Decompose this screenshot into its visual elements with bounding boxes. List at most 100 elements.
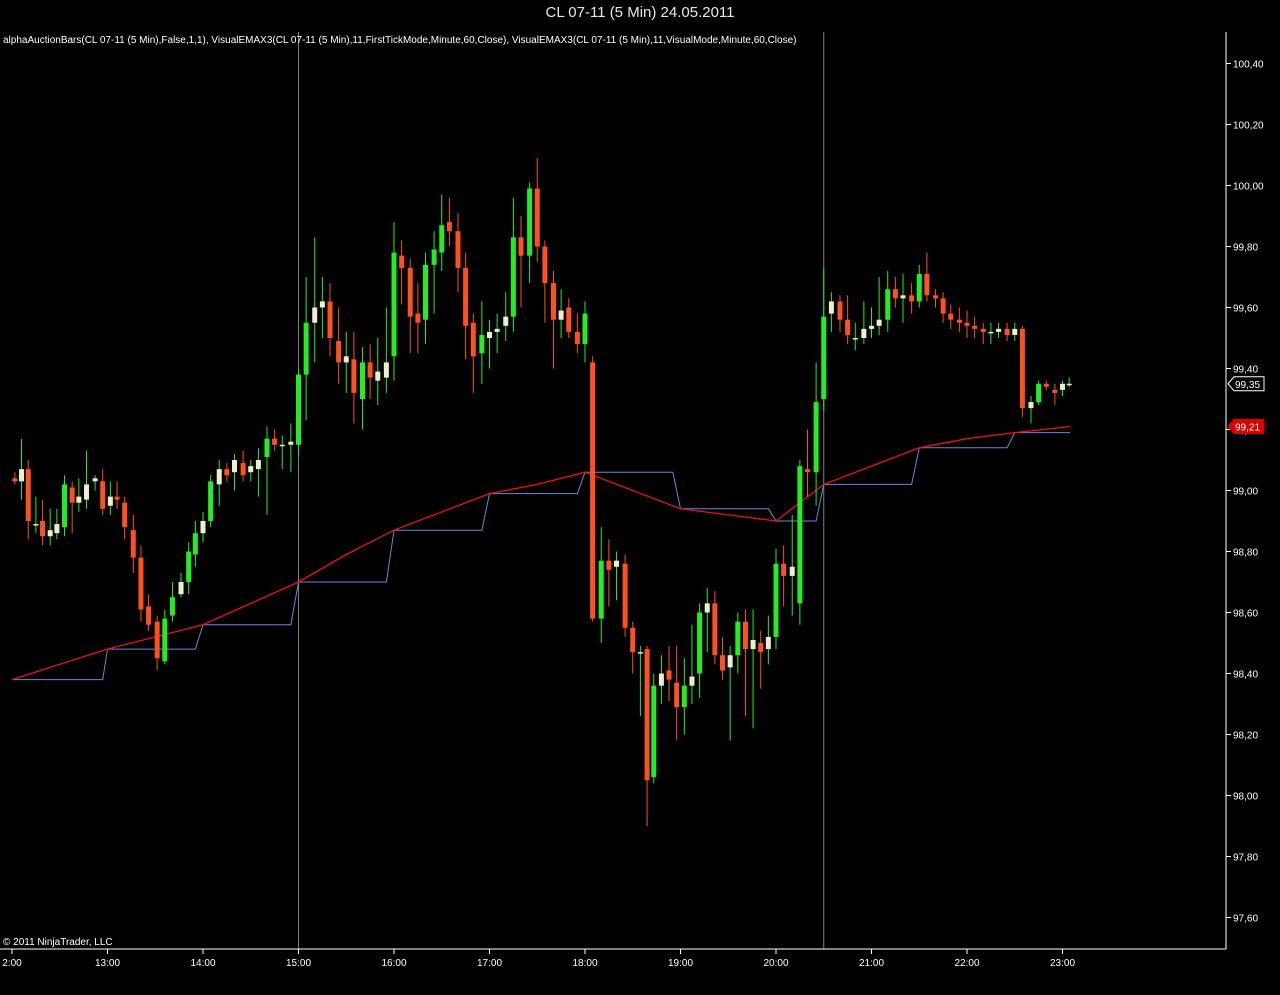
- candle-body: [644, 649, 650, 781]
- candle-body: [940, 298, 946, 314]
- candle-body: [255, 460, 261, 470]
- candle: [296, 368, 301, 457]
- candle-body: [996, 328, 1002, 332]
- candle-body: [154, 621, 160, 659]
- candle-body: [892, 289, 898, 299]
- candle-body: [598, 560, 604, 619]
- candle-body: [336, 341, 342, 363]
- ema-value-marker: 99,21: [1227, 418, 1265, 434]
- candle-body: [622, 563, 628, 628]
- last-price-marker-label: 99,35: [1235, 380, 1260, 391]
- candle-body: [487, 331, 492, 338]
- y-tick-label: 98,80: [1233, 548, 1258, 559]
- candle-body: [399, 255, 405, 268]
- y-tick-label: 98,00: [1233, 792, 1258, 803]
- candle-body: [312, 307, 318, 323]
- chart-background: [0, 28, 1280, 995]
- candle-body: [383, 362, 389, 378]
- candle-body: [192, 533, 198, 555]
- candle-body: [33, 524, 39, 526]
- candle-body: [69, 487, 75, 503]
- candle-body: [1036, 383, 1042, 403]
- y-tick-label: 98,20: [1233, 731, 1258, 742]
- candle-body: [319, 301, 325, 308]
- candle-body: [470, 322, 476, 357]
- copyright-text: © 2011 NinjaTrader, LLC: [3, 937, 113, 948]
- candle-body: [248, 466, 254, 473]
- candle-body: [272, 438, 278, 445]
- candle-body: [630, 627, 636, 653]
- candle-body: [574, 331, 580, 345]
- candle-body: [781, 563, 787, 576]
- candle-body: [279, 444, 285, 447]
- candle: [1019, 325, 1025, 418]
- candlestick-chart[interactable]: 100,40100,20100,0099,8099,6099,4099,2099…: [0, 28, 1280, 995]
- x-tick-label: 20:00: [763, 958, 788, 969]
- candle-body: [813, 402, 819, 473]
- x-tick-label: 23:00: [1050, 958, 1075, 969]
- candle-body: [359, 362, 365, 399]
- candle-body: [439, 225, 445, 253]
- candle-body: [765, 636, 771, 650]
- candle-body: [550, 283, 556, 320]
- candle-body: [146, 606, 152, 625]
- candle-body: [367, 362, 373, 378]
- candle-body: [1019, 328, 1025, 409]
- candle: [62, 475, 68, 537]
- candle-body: [479, 334, 485, 354]
- candle-body: [431, 249, 437, 265]
- candle-body: [924, 273, 930, 296]
- candle-body: [900, 295, 906, 299]
- indicator-label: alphaAuctionBars(CL 07-11 (5 Min),False,…: [3, 35, 797, 46]
- x-tick-label: 21:00: [859, 958, 884, 969]
- x-tick-label: 13:00: [95, 958, 120, 969]
- candle-body: [1004, 328, 1010, 335]
- candle-body: [837, 301, 843, 320]
- x-tick-label: 2:00: [2, 958, 22, 969]
- candle-body: [208, 481, 214, 521]
- candle-body: [964, 322, 970, 326]
- candle-body: [909, 295, 915, 302]
- y-tick-label: 97,60: [1233, 914, 1258, 925]
- candle-body: [558, 310, 564, 320]
- candle-body: [972, 325, 978, 329]
- candle-body: [1066, 383, 1072, 386]
- candle-body: [1060, 383, 1065, 390]
- candle-body: [527, 188, 533, 256]
- candle-body: [651, 685, 657, 778]
- candle-body: [712, 603, 718, 656]
- window-title: CL 07-11 (5 Min) 24.05.2011: [0, 0, 1280, 28]
- candle-body: [932, 295, 938, 299]
- candle-body: [674, 682, 680, 708]
- candle-body: [138, 557, 144, 610]
- candle-body: [76, 496, 82, 503]
- candle-body: [510, 237, 516, 317]
- candle-body: [107, 496, 113, 506]
- candle-body: [455, 231, 461, 268]
- x-tick-label: 14:00: [190, 958, 215, 969]
- y-tick-label: 98,60: [1233, 609, 1258, 620]
- y-tick-label: 100,20: [1233, 121, 1264, 132]
- candle-body: [637, 652, 643, 654]
- candle-body: [186, 551, 192, 582]
- candle-body: [704, 603, 710, 613]
- candle-body: [463, 267, 469, 326]
- candle-body: [614, 560, 620, 567]
- candle-body: [666, 670, 672, 680]
- candle-body: [407, 267, 413, 317]
- candle-body: [566, 307, 572, 332]
- candle-body: [821, 316, 827, 399]
- candle-body: [750, 639, 756, 650]
- candle-body: [789, 566, 795, 576]
- candle-body: [200, 521, 206, 534]
- candle-body: [375, 371, 381, 381]
- candle-body: [876, 319, 882, 326]
- candle-body: [19, 469, 25, 482]
- candle-body: [590, 362, 596, 619]
- candle-body: [805, 469, 811, 473]
- y-tick-label: 100,40: [1233, 60, 1264, 71]
- candle-body: [980, 328, 986, 332]
- x-tick-label: 19:00: [668, 958, 693, 969]
- candle-body: [720, 655, 726, 671]
- candle: [590, 356, 596, 622]
